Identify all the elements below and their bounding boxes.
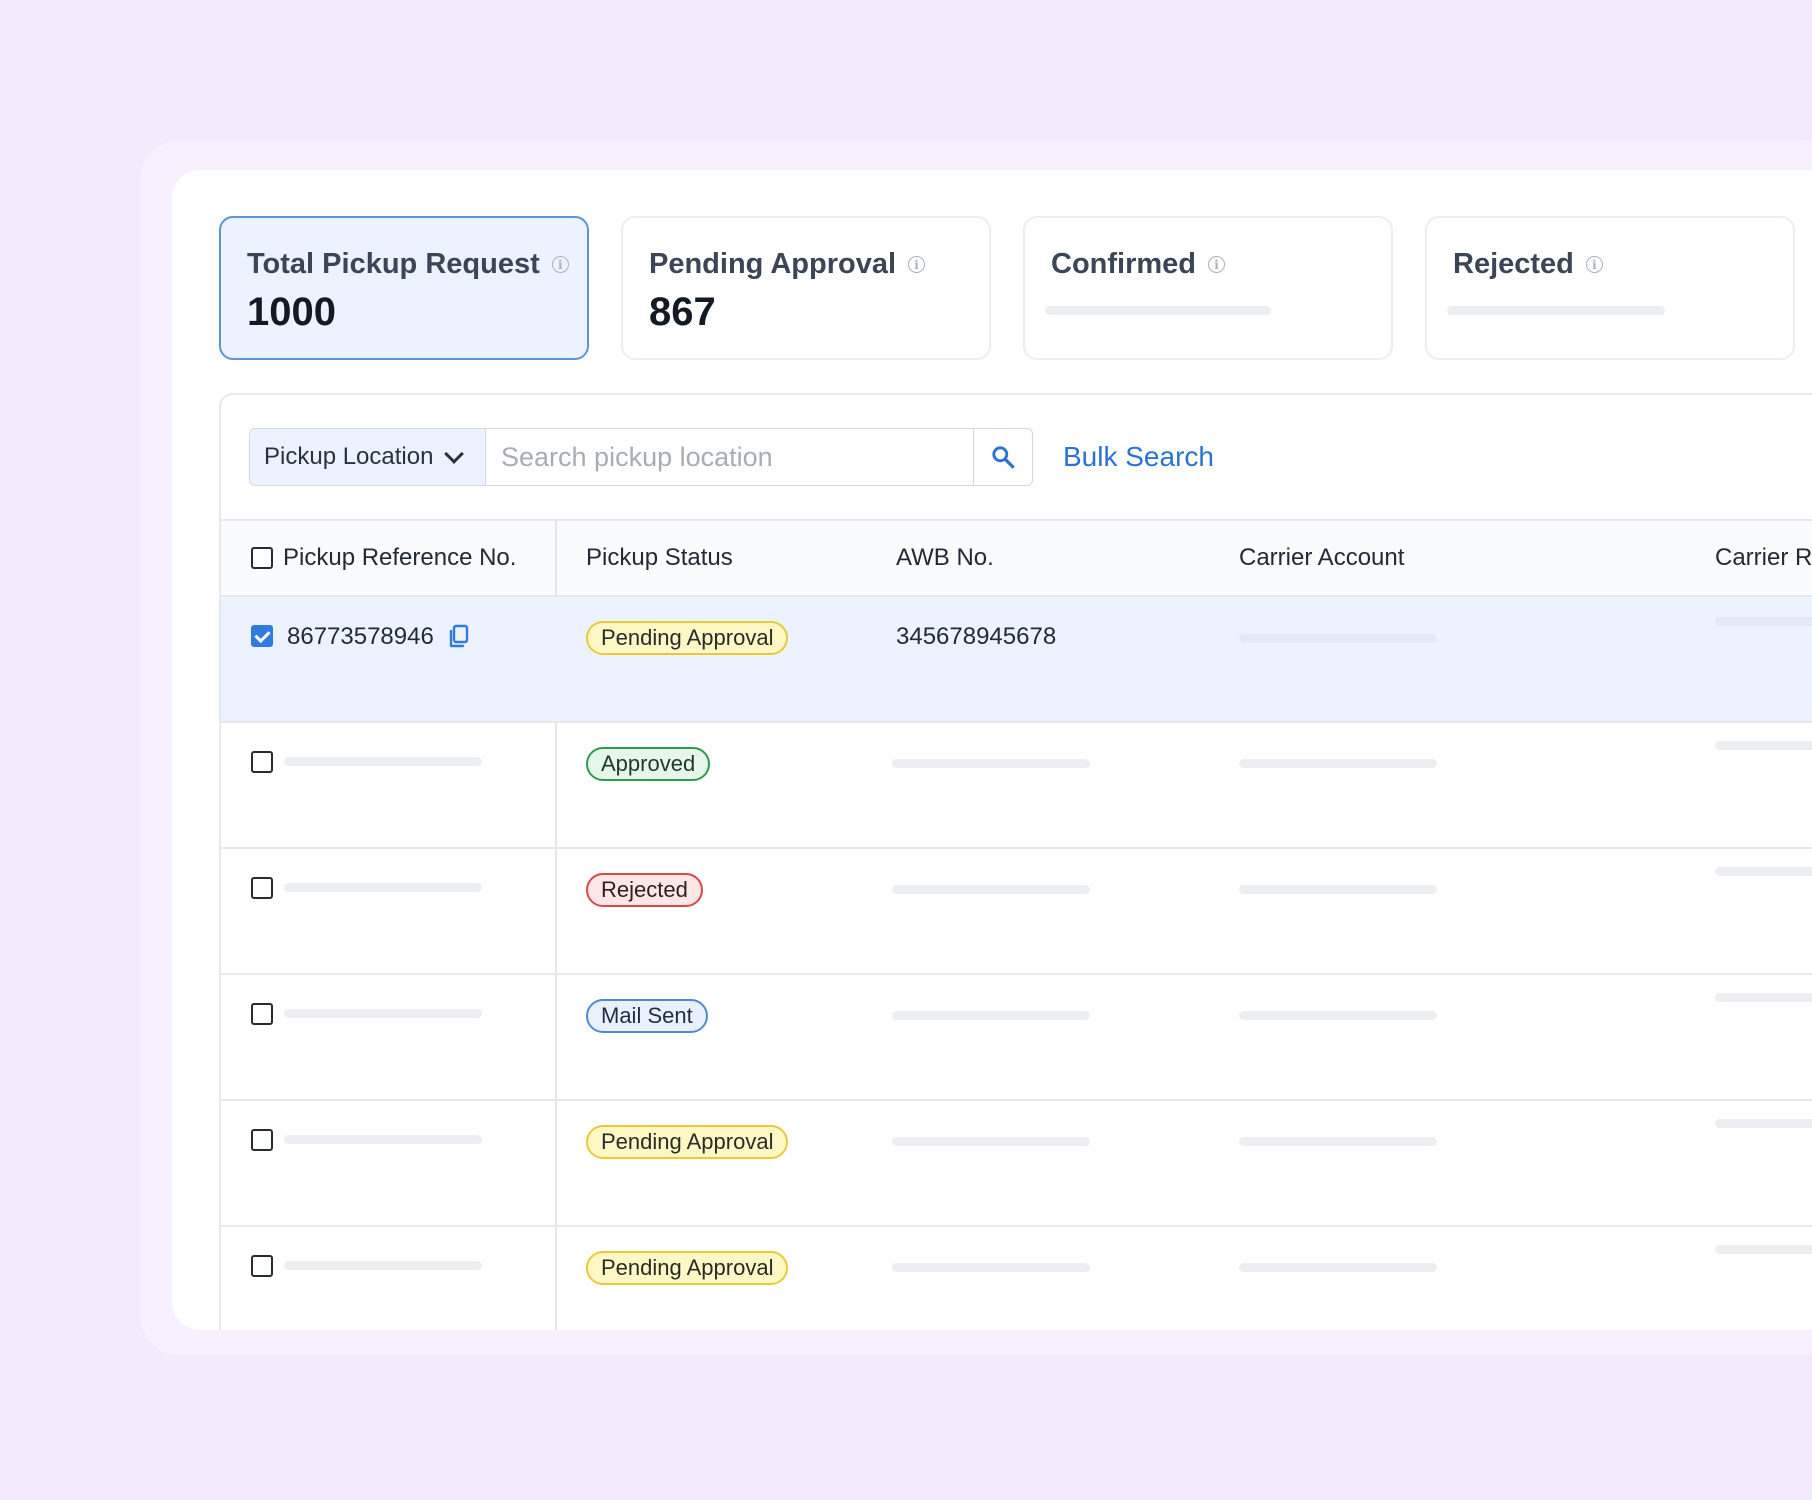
loading-placeholder [1045,306,1271,315]
status-badge: Pending Approval [586,1251,789,1285]
summary-card-title: Pending Approval [649,248,897,280]
row-checkbox[interactable] [251,1003,273,1025]
row-checkbox[interactable] [251,877,273,899]
summary-card-total[interactable]: Total Pickup Request i 1000 [219,216,589,360]
row-checkbox[interactable] [251,625,273,647]
row-checkbox[interactable] [251,1129,273,1151]
page-background: Total Pickup Request i 1000 Pending Appr… [0,0,1812,1500]
loading-placeholder [1447,306,1665,315]
table-row[interactable]: Approved [221,723,1812,849]
loading-placeholder [1715,1245,1812,1254]
loading-placeholder [1239,634,1437,643]
table-header: Pickup Reference No. Pickup Status AWB N… [221,519,1812,597]
loading-placeholder [1239,1011,1437,1020]
table-row[interactable]: Rejected [221,849,1812,975]
loading-placeholder [892,1011,1090,1020]
loading-placeholder [1715,741,1812,750]
info-icon[interactable]: i [551,256,569,273]
table-row[interactable]: Pending Approval [221,1227,1812,1330]
summary-card-title-row: Pending Approval i [649,248,926,281]
select-all-checkbox[interactable] [251,547,273,569]
loading-placeholder [284,757,482,766]
summary-card-title: Rejected [1453,248,1574,280]
summary-card-rejected[interactable]: Rejected i [1425,216,1795,360]
loading-placeholder [284,1009,482,1018]
loading-placeholder [1239,1137,1437,1146]
loading-placeholder [892,1137,1090,1146]
loading-placeholder [1715,867,1812,876]
loading-placeholder [1239,885,1437,894]
column-header-carrier-account[interactable]: Carrier Account [1239,521,1404,595]
search-input[interactable] [485,428,973,486]
table-row[interactable]: 86773578946 Pending Approval 34567894567… [221,597,1812,723]
summary-card-confirmed[interactable]: Confirmed i [1023,216,1393,360]
status-badge: Rejected [586,873,703,907]
loading-placeholder [284,883,482,892]
column-header-label: Carrier R [1715,544,1812,571]
bulk-search-link[interactable]: Bulk Search [1063,441,1214,473]
loading-placeholder [1239,759,1437,768]
column-header-awb[interactable]: AWB No. [896,521,994,595]
status-badge: Mail Sent [586,999,708,1033]
status-badge: Pending Approval [586,1125,789,1159]
loading-placeholder [892,759,1090,768]
copy-icon[interactable] [448,624,470,650]
column-header-label: Carrier Account [1239,544,1405,571]
loading-placeholder [284,1135,482,1144]
info-icon[interactable]: i [908,256,926,273]
summary-card-title-row: Rejected i [1453,248,1603,281]
summary-card-title: Total Pickup Request [247,248,540,280]
search-icon [992,446,1015,469]
summary-card-value: 867 [649,290,716,334]
reference-number: 86773578946 [287,623,434,650]
dropdown-label: Pickup Location [264,443,434,470]
info-icon[interactable]: i [1208,256,1225,273]
loading-placeholder [892,1263,1090,1272]
chevron-down-icon [444,444,465,464]
column-header-label: Pickup Status [586,544,733,571]
column-header-reference: Pickup Reference No. [251,521,516,595]
table-row[interactable]: Mail Sent [221,975,1812,1101]
summary-card-value: 1000 [247,290,336,334]
column-header-label: AWB No. [896,544,994,571]
search-bar: Pickup Location Bulk Search [249,427,1214,487]
summary-card-title-row: Total Pickup Request i [247,248,569,281]
info-icon[interactable]: i [1585,256,1603,273]
summary-card-title: Confirmed [1051,248,1196,280]
column-header-carrier[interactable]: Carrier R [1715,521,1812,595]
row-checkbox[interactable] [251,751,273,773]
loading-placeholder [892,885,1090,894]
loading-placeholder [284,1261,482,1270]
column-header-status[interactable]: Pickup Status [586,521,733,595]
loading-placeholder [1715,1119,1812,1128]
search-button[interactable] [973,428,1033,486]
main-panel: Total Pickup Request i 1000 Pending Appr… [172,170,1812,1330]
column-header-label: Pickup Reference No. [283,544,517,571]
summary-card-title-row: Confirmed i [1051,248,1225,281]
pickup-table-card: Pickup Location Bulk Search Pickup Refer… [219,393,1812,1330]
pickup-location-dropdown[interactable]: Pickup Location [249,428,485,486]
row-checkbox[interactable] [251,1255,273,1277]
table-row[interactable]: Pending Approval [221,1101,1812,1227]
awb-number: 345678945678 [896,623,1057,650]
status-badge: Approved [586,747,711,781]
summary-card-pending[interactable]: Pending Approval i 867 [621,216,991,360]
loading-placeholder [1715,617,1812,626]
status-badge: Pending Approval [586,621,789,655]
reference-cell: 86773578946 [287,623,470,651]
loading-placeholder [1239,1263,1437,1272]
loading-placeholder [1715,993,1812,1002]
